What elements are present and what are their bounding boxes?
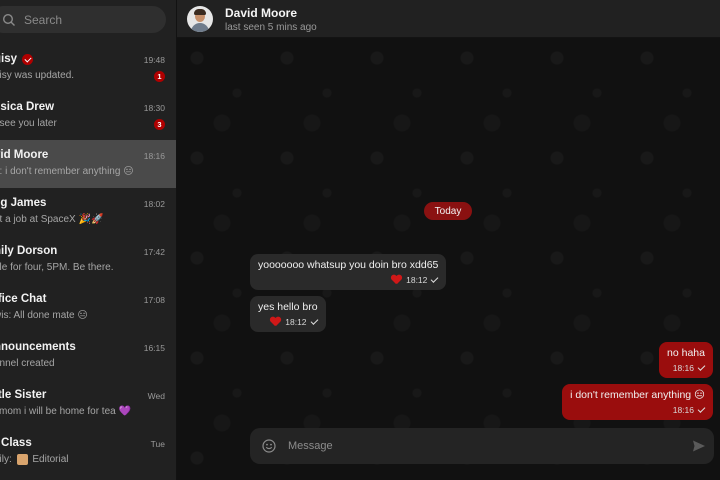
unread-badge: 1 [154,71,165,82]
chat-time: Wed [147,391,165,401]
avatar-hair [194,9,206,15]
chat-time: 18:02 [143,199,165,209]
chat-preview: ble for four, 5PM. Be there. [0,262,114,273]
message-bubble-outgoing[interactable]: no haha 18:16 [659,342,713,378]
chat-preview-sender: nily: [0,454,12,466]
message-meta: 18:12 [258,317,318,327]
chat-item-gisy[interactable]: gisy gisy was updated. 19:48 1 [0,44,176,92]
chat-name: nnouncements [0,341,76,353]
chat-time: 18:16 [143,151,165,161]
emoji-icon[interactable] [262,439,276,453]
message-bubble-outgoing[interactable]: i don't remember anything 😑 18:16 [562,384,713,420]
check-icon [697,405,706,413]
sidebar: gisy gisy was updated. 19:48 1 ssica Dre… [0,0,177,480]
chat-time: 17:08 [143,295,165,305]
chat-item-david-moore[interactable]: vid Moore u: i don't remember anything 😑… [0,140,176,188]
message-bubble-incoming[interactable]: yes hello bro 18:12 [250,296,326,332]
message-area: Today yooooooo whatsup you doin bro xdd6… [177,38,720,480]
chat-preview: l mom i will be home for tea 💜 [0,406,131,417]
unread-badge: 3 [154,119,165,130]
chat-time: 19:48 [143,55,165,65]
chat-name: eg James [0,197,47,209]
search-input[interactable] [24,12,144,27]
chat-item-greg-james[interactable]: eg James ot a job at SpaceX 🎉🚀 18:02 [0,188,176,236]
message-meta: 18:16 [667,363,706,373]
message-meta: 18:12 [258,275,439,285]
chat-preview-sender: wis: [0,310,12,321]
chat-list: gisy gisy was updated. 19:48 1 ssica Dre… [0,44,176,476]
message-time: 18:16 [672,405,694,415]
verified-icon [22,53,34,65]
message-bubble-incoming[interactable]: yooooooo whatsup you doin bro xdd65 18:1… [250,254,447,290]
message-input[interactable] [288,437,668,455]
chat-time: 18:30 [143,103,165,113]
search-icon [2,13,15,26]
chat-name: ffice Chat [0,293,47,305]
image-thumbnail-icon [16,454,28,465]
chat-name-wrap: gisy [0,53,34,65]
chat-name: ttle Sister [0,389,47,401]
check-icon [697,363,706,371]
check-icon [310,317,318,325]
chat-preview: annel created [0,358,55,369]
chat-item-art-class[interactable]: t Class nily: Editorial Tue [0,428,176,476]
chat-name: vid Moore [0,149,49,161]
contact-status: last seen 5 mins ago [225,22,317,33]
chat-preview: , see you later [0,118,57,129]
chat-time: Tue [150,439,165,449]
message-text: yes hello bro [258,301,318,313]
message-time: 18:12 [406,275,428,285]
message-composer [250,428,714,464]
chat-preview: ot a job at SpaceX 🎉🚀 [0,214,104,225]
message-text: i don't remember anything 😑 [570,389,705,401]
chat-name: ssica Drew [0,101,55,113]
message-time: 18:16 [672,363,694,373]
chat-time: 16:15 [143,343,165,353]
send-icon[interactable] [692,439,706,453]
chat-preview: gisy was updated. [0,70,75,81]
chat-header[interactable]: David Moore last seen 5 mins ago [177,0,720,38]
chat-name: t Class [0,437,32,449]
chat-preview-text: All done mate 😑 [11,310,88,321]
chat-time: 17:42 [143,247,165,257]
chat-preview: wis: All done mate 😑 [0,310,88,321]
heart-icon [270,317,281,327]
message-time: 18:12 [285,317,307,327]
chat-item-emily-dorson[interactable]: nily Dorson ble for four, 5PM. Be there.… [0,236,176,284]
message-text: no haha [667,347,705,359]
chat-preview: nily: Editorial [0,454,69,465]
avatar[interactable] [187,6,213,32]
heart-icon [391,275,402,285]
chat-name: gisy [0,53,18,65]
chat-name: nily Dorson [0,245,58,257]
chat-preview-text: Editorial [32,454,69,466]
contact-name: David Moore [225,6,298,20]
avatar-body [191,23,209,32]
chat-item-jessica-drew[interactable]: ssica Drew , see you later 18:30 3 [0,92,176,140]
date-separator: Today [424,202,472,220]
chat-item-office-chat[interactable]: ffice Chat wis: All done mate 😑 17:08 [0,284,176,332]
chat-preview: u: i don't remember anything 😑 [0,166,134,177]
message-text: yooooooo whatsup you doin bro xdd65 [258,259,439,271]
chat-item-announcements[interactable]: nnouncements annel created 16:15 [0,332,176,380]
search-box[interactable] [0,6,166,33]
message-meta: 18:16 [570,405,706,415]
chat-item-little-sister[interactable]: ttle Sister l mom i will be home for tea… [0,380,176,428]
check-icon [431,275,439,283]
